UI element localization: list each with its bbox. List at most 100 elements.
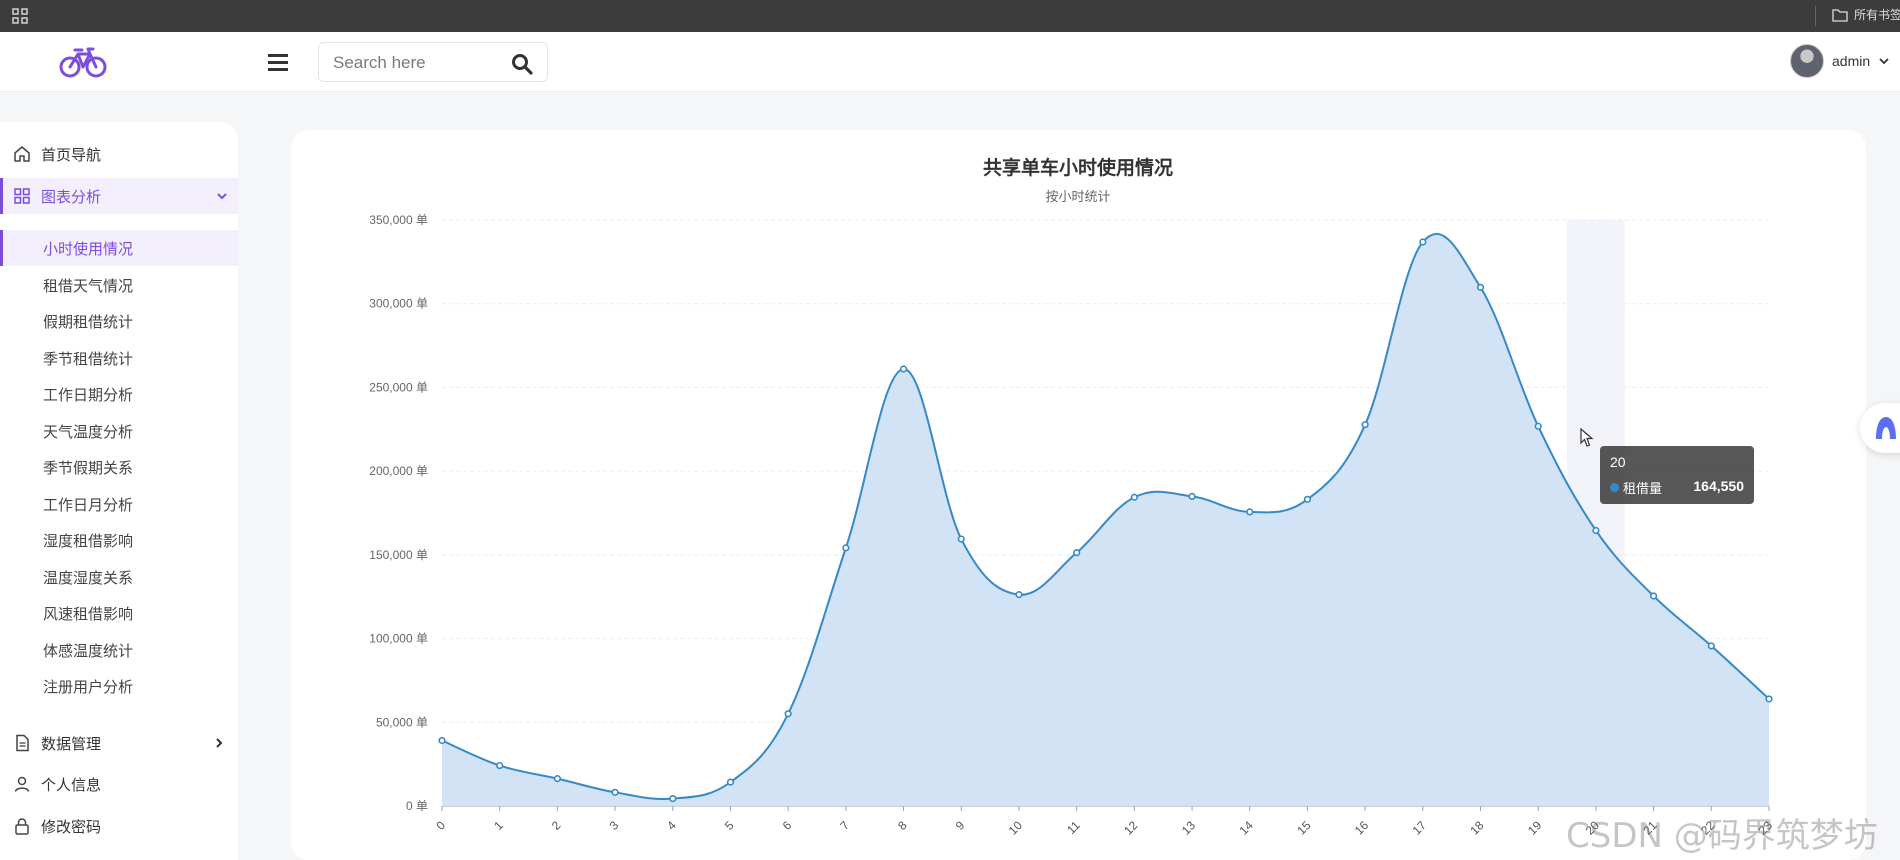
y-tick-label: 150,000 单 xyxy=(369,548,428,562)
x-tick-label: 7 xyxy=(837,818,852,833)
sidebar-subitem-label: 体感温度统计 xyxy=(43,641,134,660)
assistant-float-button[interactable] xyxy=(1860,403,1900,453)
data-point xyxy=(1592,526,1600,535)
x-tick-label: 8 xyxy=(895,818,910,833)
sidebar-item-label: 修改密码 xyxy=(41,817,102,836)
data-point xyxy=(899,365,908,373)
tooltip-series-name: 租借量 xyxy=(1623,481,1663,496)
apps-grid-icon[interactable] xyxy=(12,8,28,24)
chevron-down-icon xyxy=(217,193,227,200)
data-point xyxy=(553,775,561,783)
chevron-down-icon xyxy=(1879,58,1889,65)
user-name: admin xyxy=(1832,53,1871,69)
x-tick-label: 9 xyxy=(953,818,968,833)
x-tick-label: 11 xyxy=(1064,818,1083,837)
data-point xyxy=(1534,422,1542,430)
x-tick-label: 12 xyxy=(1121,818,1141,838)
sidebar-subitem-windspeed-impact[interactable]: 风速租借影响 xyxy=(0,595,238,631)
folder-icon xyxy=(1832,8,1848,22)
x-tick-label: 4 xyxy=(664,818,679,833)
data-point xyxy=(1015,591,1023,599)
data-point xyxy=(1188,492,1196,500)
user-menu[interactable]: admin xyxy=(1790,44,1890,78)
x-tick-label: 10 xyxy=(1006,818,1026,838)
sidebar-subitem-humidity-impact[interactable]: 湿度租借影响 xyxy=(0,522,238,558)
menu-toggle-icon[interactable] xyxy=(266,52,290,72)
data-point xyxy=(957,535,965,543)
bookmarks-folder[interactable]: 所有书签 xyxy=(1832,6,1900,23)
search-icon[interactable] xyxy=(511,53,533,75)
data-point xyxy=(1707,642,1715,650)
sidebar-subitem-season-stats[interactable]: 季节租借统计 xyxy=(0,340,238,376)
data-point xyxy=(842,544,850,552)
chart-subtitle: 按小时统计 xyxy=(1045,190,1110,205)
toolbar-divider xyxy=(1815,6,1816,26)
sidebar-item-label: 首页导航 xyxy=(41,145,102,164)
sidebar-subitem-label: 温度湿度关系 xyxy=(43,568,134,587)
sidebar-subitem-holiday-stats[interactable]: 假期租借统计 xyxy=(0,303,238,339)
sidebar-subitem-season-holiday[interactable]: 季节假期关系 xyxy=(0,449,238,485)
grid-icon xyxy=(14,188,30,204)
sidebar-subitem-label: 天气温度分析 xyxy=(43,422,134,441)
watermark: CSDN @码界筑梦坊 xyxy=(1566,816,1878,856)
data-point xyxy=(438,736,446,745)
y-tick-label: 250,000 单 xyxy=(369,380,428,394)
sidebar-item-profile[interactable]: 个人信息 xyxy=(0,766,238,802)
tooltip-series-marker xyxy=(1610,483,1619,492)
sidebar-subitem-feels-like-temp[interactable]: 体感温度统计 xyxy=(0,632,238,668)
sidebar-subitem-registered-users[interactable]: 注册用户分析 xyxy=(0,668,238,704)
data-point xyxy=(1476,283,1485,291)
x-tick-label: 2 xyxy=(549,818,564,833)
search-input[interactable] xyxy=(333,51,503,75)
sidebar-subitem-label: 租借天气情况 xyxy=(43,276,134,295)
sidebar-item-change-password[interactable]: 修改密码 xyxy=(0,808,238,844)
sidebar-subitem-weather-rentals[interactable]: 租借天气情况 xyxy=(0,267,238,303)
data-point xyxy=(1361,421,1369,429)
assistant-icon xyxy=(1876,417,1896,439)
sidebar-subitem-label: 季节假期关系 xyxy=(43,458,134,477)
data-point xyxy=(784,710,792,718)
sidebar-subitem-label: 季节租借统计 xyxy=(43,349,134,368)
sidebar-subitem-workday-month[interactable]: 工作日月分析 xyxy=(0,486,238,522)
bicycle-logo-icon[interactable] xyxy=(58,44,108,80)
y-tick-label: 50,000 单 xyxy=(376,715,428,729)
y-tick-label: 100,000 单 xyxy=(369,632,428,646)
chart-title: 共享单车小时使用情况 xyxy=(983,156,1173,179)
mouse-cursor-icon xyxy=(1580,428,1594,447)
data-point xyxy=(1765,695,1773,703)
sidebar-item-home[interactable]: 首页导航 xyxy=(0,136,238,172)
sidebar: 首页导航 图表分析 小时使用情况 租借天气情况 假期租借统计 季节租借统计 工作… xyxy=(0,122,238,860)
sidebar-item-label: 图表分析 xyxy=(41,187,102,206)
sidebar-subitem-label: 湿度租借影响 xyxy=(43,531,134,550)
app-header: admin xyxy=(0,32,1900,92)
browser-toolbar: 所有书签 xyxy=(0,0,1900,32)
x-tick-label: 16 xyxy=(1352,818,1372,838)
sidebar-item-label: 个人信息 xyxy=(41,775,102,794)
data-point xyxy=(726,778,735,786)
lock-icon xyxy=(15,818,29,835)
x-tick-label: 1 xyxy=(491,818,506,833)
sidebar-subitem-label: 风速租借影响 xyxy=(43,604,134,623)
y-tick-label: 200,000 单 xyxy=(369,464,428,478)
x-tick-label: 5 xyxy=(722,818,737,833)
data-point xyxy=(1073,549,1081,557)
sidebar-subitem-workday-analysis[interactable]: 工作日期分析 xyxy=(0,376,238,412)
sidebar-subitem-label: 工作日期分析 xyxy=(43,385,134,404)
data-point xyxy=(1130,493,1138,501)
x-tick-label: 19 xyxy=(1525,818,1545,838)
search-box xyxy=(318,42,548,82)
sidebar-item-data-management[interactable]: 数据管理 xyxy=(0,725,238,761)
sidebar-subitem-hourly-usage[interactable]: 小时使用情况 xyxy=(0,230,238,266)
sidebar-item-charts[interactable]: 图表分析 xyxy=(0,178,238,214)
sidebar-subitem-label: 注册用户分析 xyxy=(43,677,134,696)
sidebar-subitem-temperature-analysis[interactable]: 天气温度分析 xyxy=(0,413,238,449)
sidebar-subitem-temp-humidity[interactable]: 温度湿度关系 xyxy=(0,559,238,595)
sidebar-subitem-label: 工作日月分析 xyxy=(43,495,134,514)
tooltip-value: 164,550 xyxy=(1693,478,1744,494)
data-point xyxy=(611,788,619,796)
user-icon xyxy=(14,776,30,792)
x-tick-label: 3 xyxy=(607,818,622,833)
data-point xyxy=(1650,592,1658,600)
home-icon xyxy=(14,146,30,162)
data-point xyxy=(1419,238,1427,246)
